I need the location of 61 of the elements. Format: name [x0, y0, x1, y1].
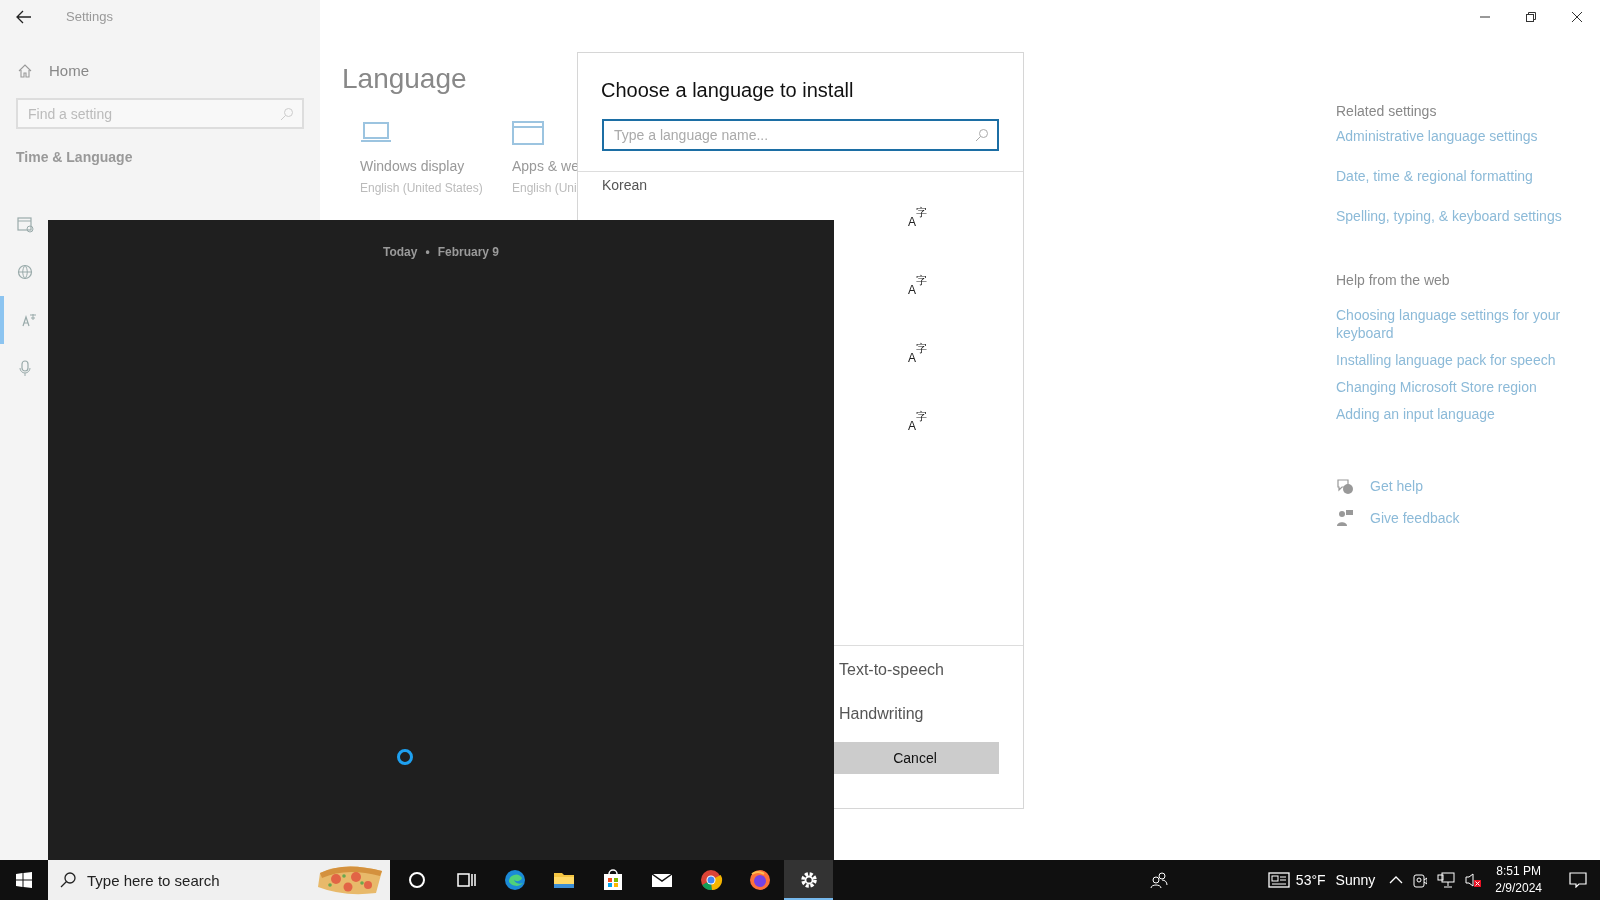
flyout-date: February 9: [437, 244, 499, 261]
search-icon: [60, 872, 76, 888]
search-icon: [280, 107, 294, 121]
support-link[interactable]: Give feedback: [1370, 507, 1460, 529]
dialog-title: Choose a language to install: [600, 78, 855, 103]
feature-label: Handwriting: [839, 704, 925, 724]
language-item[interactable]: Korean: [578, 172, 1023, 202]
help-link[interactable]: Choosing language settings for your keyboard: [1336, 306, 1576, 342]
home-icon: [17, 63, 33, 79]
people-icon[interactable]: [1149, 872, 1168, 888]
help-link[interactable]: Changing Microsoft Store region: [1336, 378, 1576, 396]
weather-temperature: 53°F: [1295, 870, 1326, 890]
notification-icon[interactable]: [1569, 872, 1587, 888]
feature-label: Text-to-speech: [839, 660, 945, 680]
back-arrow-icon[interactable]: [16, 10, 32, 24]
globe-icon: [16, 263, 34, 281]
network-icon[interactable]: [1437, 872, 1456, 888]
search-field[interactable]: Find a setting: [16, 98, 304, 129]
section-heading: Help from the web: [1336, 271, 1451, 290]
help-link[interactable]: Adding an input language: [1336, 405, 1576, 423]
tile-value: English (United States): [360, 180, 483, 197]
edge-browser-icon: [502, 868, 527, 892]
clock-time: 8:51 PM: [1496, 863, 1541, 880]
help-chat-icon: [1336, 477, 1354, 495]
settings-link[interactable]: Spelling, typing, & keyboard settings: [1336, 203, 1576, 243]
weather-condition: Sunny: [1335, 870, 1376, 890]
home-label: Home: [49, 60, 89, 81]
weather-widget[interactable]: 53°F Sunny: [1267, 869, 1376, 891]
section-title: Time & Language: [15, 148, 134, 167]
feedback-icon: [1336, 509, 1354, 527]
window-title: Settings: [66, 8, 113, 27]
news-icon: [1267, 872, 1290, 888]
clock[interactable]: 8:51 PM 2/9/2024: [1495, 863, 1542, 897]
clock-date: 2/9/2024: [1495, 880, 1542, 897]
tile-label[interactable]: Windows display: [360, 156, 465, 177]
language-icon: [20, 311, 38, 329]
windows-start-icon[interactable]: [16, 872, 32, 888]
search-icon: [975, 128, 989, 142]
tile-value: English (Uni: [512, 180, 577, 197]
camera-icon[interactable]: [1413, 872, 1428, 888]
home-item[interactable]: Home: [0, 56, 320, 86]
help-link[interactable]: Installing language pack for speech: [1336, 351, 1576, 369]
support-link[interactable]: Get help: [1370, 475, 1423, 497]
taskbar-app-button[interactable]: [784, 860, 833, 900]
section-heading: Related settings: [1336, 102, 1438, 121]
restore-icon[interactable]: [1526, 12, 1536, 22]
firefox-browser-icon: [747, 868, 772, 892]
chrome-browser-icon: [698, 868, 723, 892]
settings-link[interactable]: Administrative language settings: [1336, 123, 1576, 163]
microphone-icon: [16, 359, 34, 377]
cancel-button[interactable]: Cancel: [831, 742, 999, 774]
window-icon: [512, 120, 544, 146]
muted-speaker-icon[interactable]: [1465, 872, 1482, 888]
close-icon[interactable]: [1572, 12, 1582, 22]
calendar-icon: [16, 215, 34, 233]
flyout-day: Today: [383, 243, 418, 261]
flyout-separator: •: [425, 244, 430, 261]
loading-spinner-icon: [396, 748, 414, 766]
settings-link[interactable]: Date, time & regional formatting: [1336, 163, 1576, 203]
chevron-up-icon[interactable]: [1389, 875, 1404, 885]
language-search-field[interactable]: Type a language name...: [602, 119, 999, 151]
